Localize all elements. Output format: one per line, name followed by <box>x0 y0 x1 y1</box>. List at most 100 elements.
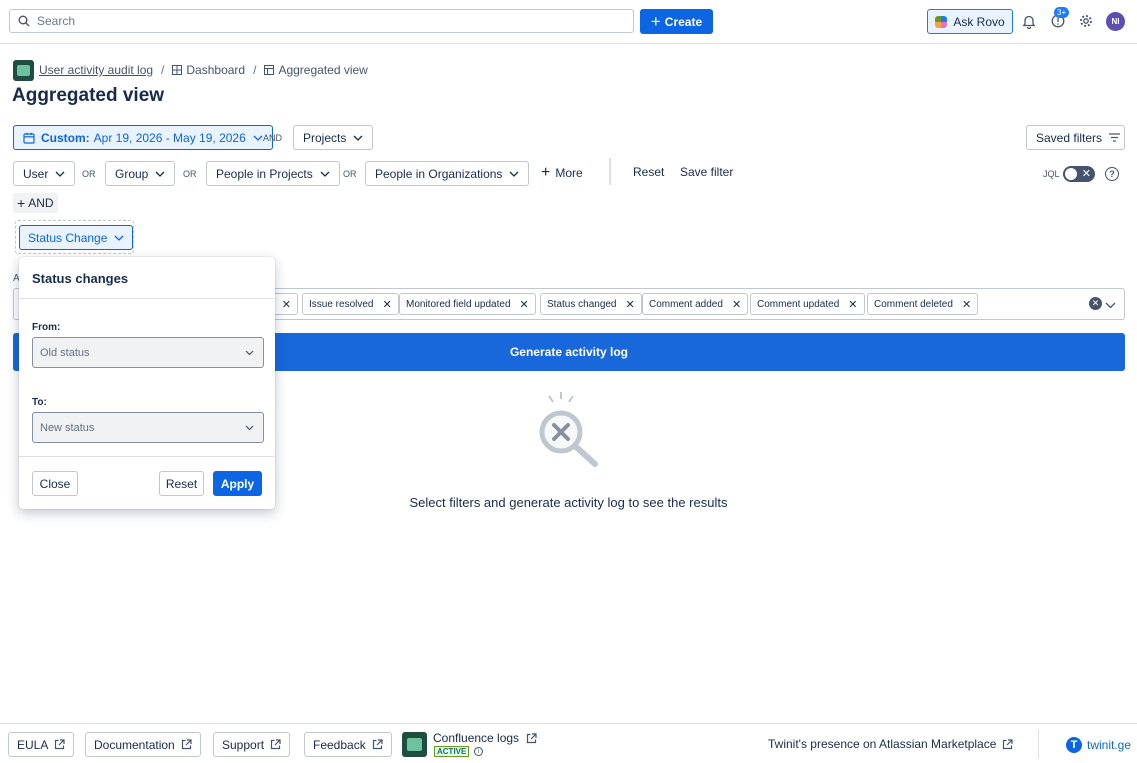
no-results-magnifier-icon <box>539 392 598 467</box>
apply-button[interactable]: Apply <box>213 471 262 496</box>
calendar-icon <box>23 132 35 144</box>
date-range-prefix: Custom: <box>41 130 90 145</box>
top-navigation-bar: Search + Create Ask Rovo 3+ NI <box>0 0 1137 44</box>
footer: EULA Documentation Support Feedback Conf… <box>0 723 1137 763</box>
event-chip-label: Status changed <box>547 298 617 310</box>
old-status-placeholder: Old status <box>40 346 90 359</box>
remove-chip-icon[interactable]: ✕ <box>626 298 635 311</box>
divider <box>19 298 275 299</box>
external-link-icon <box>1002 738 1014 750</box>
filter-lines-icon <box>1109 133 1121 142</box>
external-link-icon <box>54 739 65 750</box>
breadcrumb-dashboard-link[interactable]: Dashboard <box>186 63 245 77</box>
search-icon <box>18 15 30 27</box>
save-filter-button[interactable]: Save filter <box>680 165 733 179</box>
jql-toggle-label: JQL <box>1043 169 1060 179</box>
popover-reset-button[interactable]: Reset <box>159 471 204 496</box>
popover-title: Status changes <box>32 271 129 286</box>
eula-link[interactable]: EULA <box>8 732 75 757</box>
old-status-select[interactable]: Old status <box>32 337 264 368</box>
clear-all-icon[interactable]: ✕ <box>1089 297 1102 310</box>
saved-filters-button[interactable]: Saved filters <box>1026 125 1125 150</box>
reset-filters-button[interactable]: Reset <box>633 165 664 179</box>
close-button[interactable]: Close <box>32 471 78 496</box>
external-link-icon <box>526 732 537 744</box>
people-in-organizations-filter-button[interactable]: People in Organizations <box>365 161 530 186</box>
search-input[interactable]: Search <box>9 9 634 33</box>
marketplace-link[interactable]: Twinit's presence on Atlassian Marketpla… <box>768 737 1014 751</box>
remove-chip-icon[interactable]: ✕ <box>282 298 291 311</box>
feedback-link[interactable]: Feedback <box>304 732 392 757</box>
projects-filter-button[interactable]: Projects <box>293 125 374 150</box>
group-filter-button[interactable]: Group <box>105 161 176 186</box>
twinit-brand-link[interactable]: T twinit.ge <box>1066 737 1131 753</box>
status-change-label: Status Change <box>28 230 108 245</box>
twinit-logo-icon: T <box>1066 737 1082 753</box>
new-status-select[interactable]: New status <box>32 412 264 443</box>
plus-icon: + <box>650 12 661 31</box>
event-chip-label: Comment updated <box>757 298 840 310</box>
remove-chip-icon[interactable]: ✕ <box>520 298 529 311</box>
chevron-down-icon <box>245 350 254 355</box>
user-avatar[interactable]: NI <box>1106 12 1125 31</box>
help-icon[interactable]: ? <box>1105 167 1119 181</box>
or-operator-label: OR <box>82 169 96 179</box>
remove-chip-icon[interactable]: ✕ <box>382 298 391 311</box>
people-in-projects-filter-button[interactable]: People in Projects <box>206 161 340 186</box>
external-link-icon <box>270 739 281 750</box>
event-chip-label: Comment deleted <box>874 298 953 310</box>
add-and-label: AND <box>28 196 54 210</box>
breadcrumb-app-link[interactable]: User activity audit log <box>39 63 153 77</box>
rovo-logo-icon <box>935 15 948 28</box>
people-in-organizations-label: People in Organizations <box>375 166 503 181</box>
ask-rovo-label: Ask Rovo <box>953 14 1005 29</box>
remove-chip-icon[interactable]: ✕ <box>732 298 741 311</box>
event-chip: Monitored field updated ✕ <box>399 293 536 315</box>
divider <box>19 456 275 457</box>
info-icon[interactable]: i <box>474 747 483 756</box>
remove-chip-icon[interactable]: ✕ <box>962 298 971 311</box>
view-table-icon <box>264 65 275 75</box>
divider <box>609 158 611 185</box>
status-change-filter-group: Status Change <box>15 220 134 254</box>
documentation-label: Documentation <box>94 737 175 752</box>
page-title: Aggregated view <box>12 85 165 106</box>
twinit-brand-label: twinit.ge <box>1087 738 1132 752</box>
date-range-value: Apr 19, 2026 - May 19, 2026 <box>93 130 246 145</box>
event-chip: Status changed ✕ <box>540 293 642 315</box>
from-label: From: <box>32 322 61 333</box>
confluence-logs-label: Confluence logs <box>433 731 520 745</box>
event-chip: Comment deleted ✕ <box>867 293 979 315</box>
chevron-down-icon <box>155 171 165 177</box>
more-label: More <box>555 166 583 180</box>
status-change-filter-button[interactable]: Status Change <box>19 225 134 250</box>
feedback-label: Feedback <box>313 737 366 752</box>
ask-rovo-button[interactable]: Ask Rovo <box>927 9 1013 34</box>
add-and-condition-button[interactable]: + AND <box>13 193 58 213</box>
new-status-placeholder: New status <box>40 421 95 434</box>
marketplace-label: Twinit's presence on Atlassian Marketpla… <box>768 737 997 751</box>
user-filter-button[interactable]: User <box>13 161 76 186</box>
breadcrumb-current: Aggregated view <box>278 63 368 77</box>
confluence-logs-app-icon <box>402 732 427 757</box>
breadcrumb-separator: / <box>253 63 257 77</box>
support-link[interactable]: Support <box>213 732 291 757</box>
date-range-picker[interactable]: Custom: Apr 19, 2026 - May 19, 2026 <box>13 125 273 150</box>
create-button[interactable]: + Create <box>640 9 713 34</box>
documentation-link[interactable]: Documentation <box>85 732 201 757</box>
create-label: Create <box>664 14 703 29</box>
notifications-bell-icon[interactable] <box>1021 13 1037 29</box>
support-label: Support <box>222 737 265 752</box>
confluence-logs-link[interactable]: Confluence logs <box>433 731 537 745</box>
remove-chip-icon[interactable]: ✕ <box>848 298 857 311</box>
more-filters-button[interactable]: + More <box>541 165 583 181</box>
chevron-down-icon <box>253 135 263 141</box>
toggle-knob <box>1065 168 1077 180</box>
chevron-down-icon[interactable] <box>1105 298 1116 312</box>
chevron-down-icon <box>114 235 124 241</box>
eula-label: EULA <box>17 737 49 752</box>
jql-toggle[interactable]: ✕ <box>1063 166 1095 182</box>
settings-gear-icon[interactable] <box>1078 13 1094 29</box>
external-link-icon <box>181 739 192 750</box>
to-label: To: <box>32 397 47 408</box>
